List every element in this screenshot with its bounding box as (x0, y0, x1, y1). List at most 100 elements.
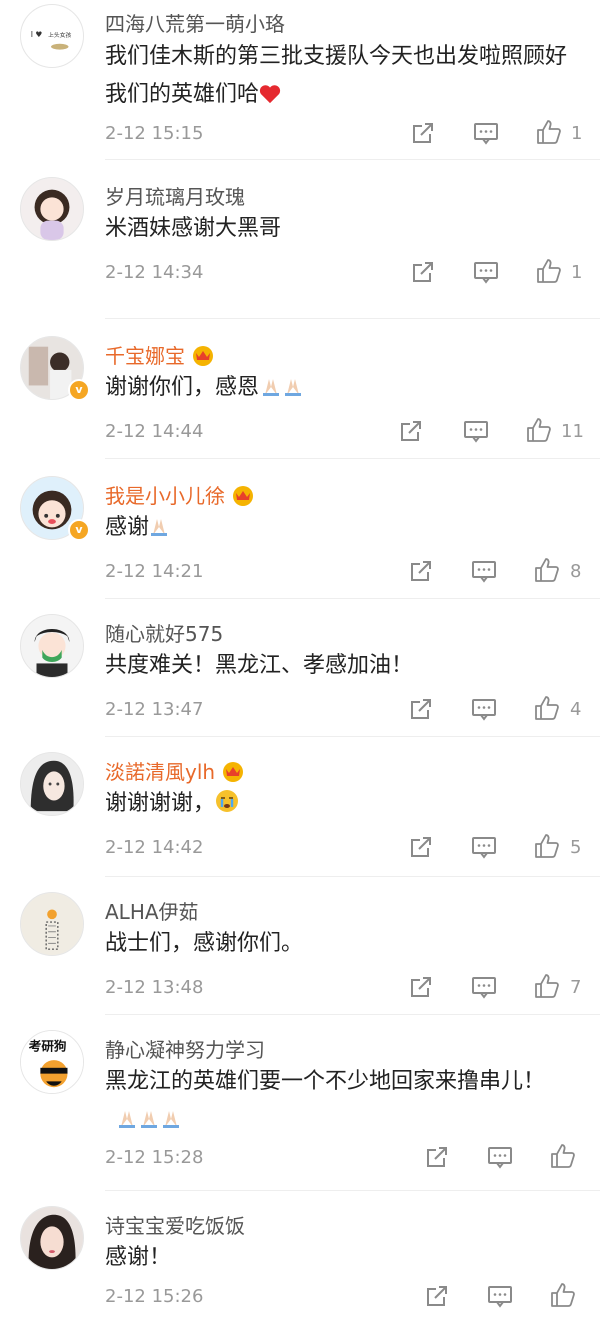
avatar[interactable]: I ♥ 上头女孩 (20, 4, 84, 68)
divider (105, 458, 600, 459)
like-count: 4 (570, 699, 582, 720)
avatar[interactable] (20, 752, 84, 816)
forward-icon[interactable] (408, 558, 434, 584)
comment-text-body: 我们佳木斯的第三批支援队今天也出发啦照顾好我们的英雄们哈 (105, 44, 568, 107)
verified-badge-icon: v (68, 379, 90, 401)
svg-text:考研狗: 考研狗 (29, 1038, 67, 1053)
divider (105, 598, 600, 599)
comment-icon[interactable] (473, 259, 499, 285)
comment-text: 谢谢谢谢， (105, 785, 575, 826)
comment-time: 2-12 15:15 (105, 123, 204, 144)
like-count: 11 (561, 421, 584, 442)
divider (105, 318, 600, 319)
comment-item: ALHA伊茹 战士们，感谢你们。 2-12 13:48 7 (0, 878, 600, 1016)
svg-text:上头女孩: 上头女孩 (48, 31, 71, 39)
thumbs-up-icon[interactable] (550, 1143, 576, 1169)
comment-text-body: 感谢 (105, 515, 150, 540)
forward-icon[interactable] (408, 696, 434, 722)
avatar[interactable]: 考研狗 (20, 1030, 84, 1094)
comment-icon[interactable] (471, 696, 497, 722)
like-count: 7 (570, 977, 582, 998)
praying-hands-icon (259, 372, 303, 410)
comment-author[interactable]: 淡諾清風ylh (105, 756, 245, 785)
comment-icon[interactable] (471, 974, 497, 1000)
forward-icon[interactable] (424, 1283, 450, 1309)
comment-text-body: 共度难关！黑龙江、孝感加油！ (105, 653, 414, 678)
divider (105, 876, 600, 877)
comment-icon[interactable] (487, 1283, 513, 1309)
avatar[interactable] (20, 614, 84, 678)
comment-text-body: 谢谢谢谢， (105, 791, 216, 816)
thumbs-up-icon[interactable] (536, 258, 562, 284)
comment-icon[interactable] (463, 418, 489, 444)
red-heart-icon (259, 79, 281, 117)
author-name-text: 千宝娜宝 (105, 344, 185, 368)
forward-icon[interactable] (424, 1144, 450, 1170)
comment-time: 2-12 14:34 (105, 262, 204, 283)
crying-face-icon (215, 788, 239, 826)
thumbs-up-icon[interactable] (536, 119, 562, 145)
comment-text: 黑龙江的英雄们要一个不少地回家来撸串儿！ (105, 1063, 565, 1142)
comment-text: 战士们，感谢你们。 (105, 925, 575, 963)
like-count: 5 (570, 837, 582, 858)
comment-author[interactable]: 千宝娜宝 (105, 340, 215, 369)
comment-text: 感谢！ (105, 1239, 575, 1277)
vip-crown-icon (221, 760, 245, 782)
comment-text-body: 米酒妹感谢大黑哥 (105, 216, 282, 241)
forward-icon[interactable] (408, 834, 434, 860)
comment-item: 岁月琉璃月玫瑰 米酒妹感谢大黑哥 2-12 14:34 1 (0, 160, 600, 320)
divider (105, 1190, 600, 1191)
comment-text-body: 黑龙江的英雄们要一个不少地回家来撸串儿！ (105, 1069, 546, 1094)
author-name-text: 我是小小儿徐 (105, 484, 225, 508)
comment-icon[interactable] (487, 1144, 513, 1170)
comment-item: I ♥ 上头女孩 四海八荒第一萌小珞 我们佳木斯的第三批支援队今天也出发啦照顾好… (0, 0, 600, 160)
avatar[interactable] (20, 1206, 84, 1270)
thumbs-up-icon[interactable] (534, 557, 560, 583)
comment-item: 诗宝宝爱吃饭饭 感谢！ 2-12 15:26 (0, 1192, 600, 1329)
comment-icon[interactable] (471, 834, 497, 860)
praying-hands-icon (117, 1104, 187, 1142)
comment-text-body: 谢谢你们，感恩 (105, 375, 260, 400)
comment-text-body: 战士们，感谢你们。 (105, 931, 304, 956)
forward-icon[interactable] (410, 259, 436, 285)
comment-author[interactable]: 岁月琉璃月玫瑰 (105, 181, 245, 210)
forward-icon[interactable] (408, 974, 434, 1000)
thumbs-up-icon[interactable] (534, 833, 560, 859)
comment-author[interactable]: ALHA伊茹 (105, 896, 199, 925)
author-name-text: 淡諾清風ylh (105, 760, 216, 784)
comment-author[interactable]: 随心就好575 (105, 618, 223, 647)
comment-time: 2-12 13:47 (105, 699, 204, 720)
divider (105, 736, 600, 737)
forward-icon[interactable] (410, 120, 436, 146)
praying-hands-icon (149, 512, 171, 550)
comment-item: 随心就好575 共度难关！黑龙江、孝感加油！ 2-12 13:47 4 (0, 600, 600, 738)
comment-text: 我们佳木斯的第三批支援队今天也出发啦照顾好我们的英雄们哈 (105, 38, 575, 117)
like-count: 8 (570, 561, 582, 582)
comment-author[interactable]: 诗宝宝爱吃饭饭 (105, 1210, 245, 1239)
comment-text: 共度难关！黑龙江、孝感加油！ (105, 647, 575, 685)
like-count: 1 (571, 262, 583, 283)
verified-badge-icon: v (68, 519, 90, 541)
avatar[interactable] (20, 177, 84, 241)
forward-icon[interactable] (398, 418, 424, 444)
avatar[interactable] (20, 892, 84, 956)
comment-icon[interactable] (473, 120, 499, 146)
comment-author[interactable]: 静心凝神努力学习 (105, 1034, 265, 1063)
comment-item: v 我是小小儿徐 感谢 2-12 14:21 8 (0, 460, 600, 600)
comment-author[interactable]: 四海八荒第一萌小珞 (105, 8, 285, 37)
thumbs-up-icon[interactable] (534, 695, 560, 721)
comment-text: 米酒妹感谢大黑哥 (105, 210, 575, 248)
comment-icon[interactable] (471, 558, 497, 584)
comment-item: 淡諾清風ylh 谢谢谢谢， 2-12 14:42 5 (0, 738, 600, 878)
comment-time: 2-12 13:48 (105, 977, 204, 998)
comment-feed: I ♥ 上头女孩 四海八荒第一萌小珞 我们佳木斯的第三批支援队今天也出发啦照顾好… (0, 0, 600, 1329)
thumbs-up-icon[interactable] (534, 973, 560, 999)
thumbs-up-icon[interactable] (526, 417, 552, 443)
thumbs-up-icon[interactable] (550, 1282, 576, 1308)
comment-time: 2-12 14:42 (105, 837, 204, 858)
comment-text-body: 感谢！ (105, 1245, 172, 1270)
comment-author[interactable]: 我是小小儿徐 (105, 480, 255, 509)
svg-text:I ♥: I ♥ (31, 30, 43, 39)
vip-crown-icon (231, 484, 255, 506)
comment-text: 谢谢你们，感恩 (105, 369, 575, 410)
